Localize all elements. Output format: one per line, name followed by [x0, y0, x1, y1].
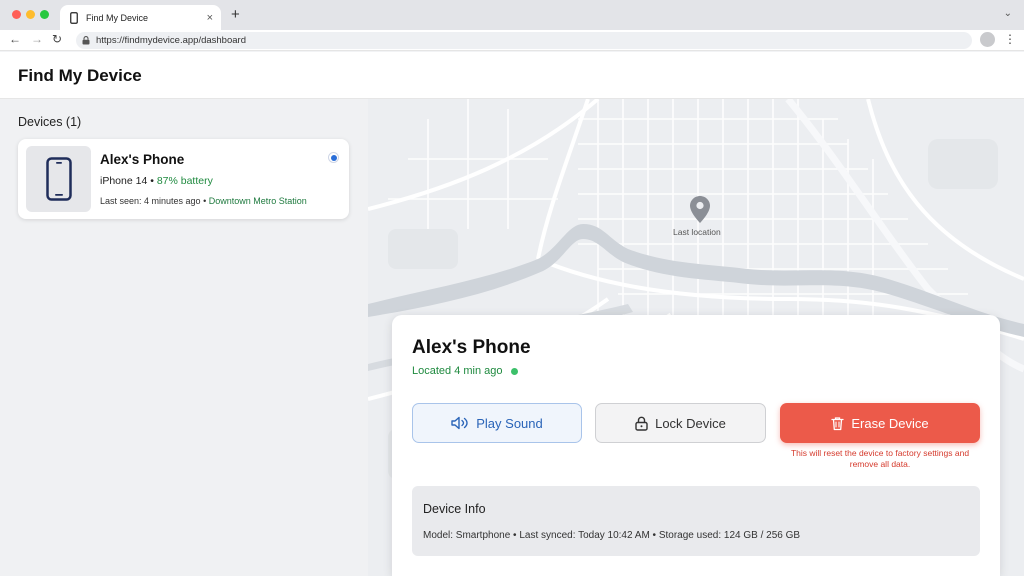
selected-radio-indicator[interactable] — [328, 152, 339, 163]
location-status: Located 4 min ago — [412, 365, 518, 377]
devices-heading: Devices (1) — [18, 115, 82, 129]
erase-warning-text: This will reset the device to factory se… — [790, 448, 970, 469]
browser-tab[interactable]: Find My Device × — [60, 5, 221, 30]
device-info-details: Model: Smartphone • Last synced: Today 1… — [423, 530, 801, 541]
browser-menu-icon[interactable]: ⋮ — [1004, 32, 1016, 46]
device-name: Alex's Phone — [100, 152, 185, 167]
forward-button[interactable]: → — [31, 32, 43, 46]
erase-device-button[interactable]: Erase Device — [780, 403, 980, 443]
device-model: iPhone 14 — [100, 175, 148, 187]
location-status-text: Located 4 min ago — [412, 365, 503, 377]
page-title: Find My Device — [18, 66, 142, 85]
play-sound-label: Play Sound — [476, 415, 543, 431]
back-button[interactable]: ← — [9, 32, 21, 46]
play-sound-button[interactable]: Play Sound — [412, 403, 582, 443]
app-header: Find My Device — [0, 52, 1024, 99]
pin-label: Last location — [673, 227, 721, 237]
device-info-heading: Device Info — [423, 502, 486, 516]
erase-device-label: Erase Device — [851, 415, 929, 431]
new-tab-button[interactable]: + — [231, 6, 240, 23]
lock-device-button[interactable]: Lock Device — [595, 403, 766, 443]
smartphone-icon — [26, 146, 91, 212]
padlock-icon — [635, 416, 648, 431]
lock-device-label: Lock Device — [655, 415, 726, 431]
panel-device-name: Alex's Phone — [412, 337, 531, 358]
url-field[interactable]: https://findmydevice.app/dashboard — [76, 32, 972, 49]
close-window-button[interactable] — [12, 10, 21, 19]
lock-icon — [82, 36, 90, 45]
device-sidebar: Devices (1) Alex's Phone iPhone 14 • 87%… — [0, 99, 368, 576]
device-card[interactable]: Alex's Phone iPhone 14 • 87% battery Las… — [18, 139, 349, 219]
battery-level: 87% battery — [156, 175, 213, 187]
last-seen-text: Last seen: 4 minutes ago — [100, 196, 201, 206]
profile-avatar[interactable] — [980, 32, 995, 47]
maximize-window-button[interactable] — [40, 10, 49, 19]
tab-list-chevron-icon[interactable]: ⌄ — [1004, 8, 1012, 19]
address-bar: ← → ↻ https://findmydevice.app/dashboard… — [0, 30, 1024, 51]
url-text: https://findmydevice.app/dashboard — [96, 35, 246, 46]
device-last-seen-line: Last seen: 4 minutes ago • Downtown Metr… — [100, 196, 307, 206]
phone-icon — [68, 11, 80, 25]
separator: • — [200, 196, 209, 206]
reload-button[interactable]: ↻ — [52, 32, 62, 46]
speaker-icon — [451, 416, 468, 430]
device-info-box: Device Info Model: Smartphone • Last syn… — [412, 486, 980, 556]
minimize-window-button[interactable] — [26, 10, 35, 19]
tab-close-icon[interactable]: × — [207, 12, 213, 24]
tab-title: Find My Device — [86, 12, 149, 23]
online-status-dot — [510, 367, 518, 375]
device-model-line: iPhone 14 • 87% battery — [100, 175, 213, 187]
last-location-link[interactable]: Downtown Metro Station — [209, 196, 307, 206]
device-detail-panel: Alex's Phone Located 4 min ago Play Soun… — [392, 315, 1000, 576]
separator: • — [147, 175, 157, 187]
browser-tab-bar: Find My Device × + ⌄ — [0, 0, 1024, 30]
trash-icon — [831, 416, 844, 430]
